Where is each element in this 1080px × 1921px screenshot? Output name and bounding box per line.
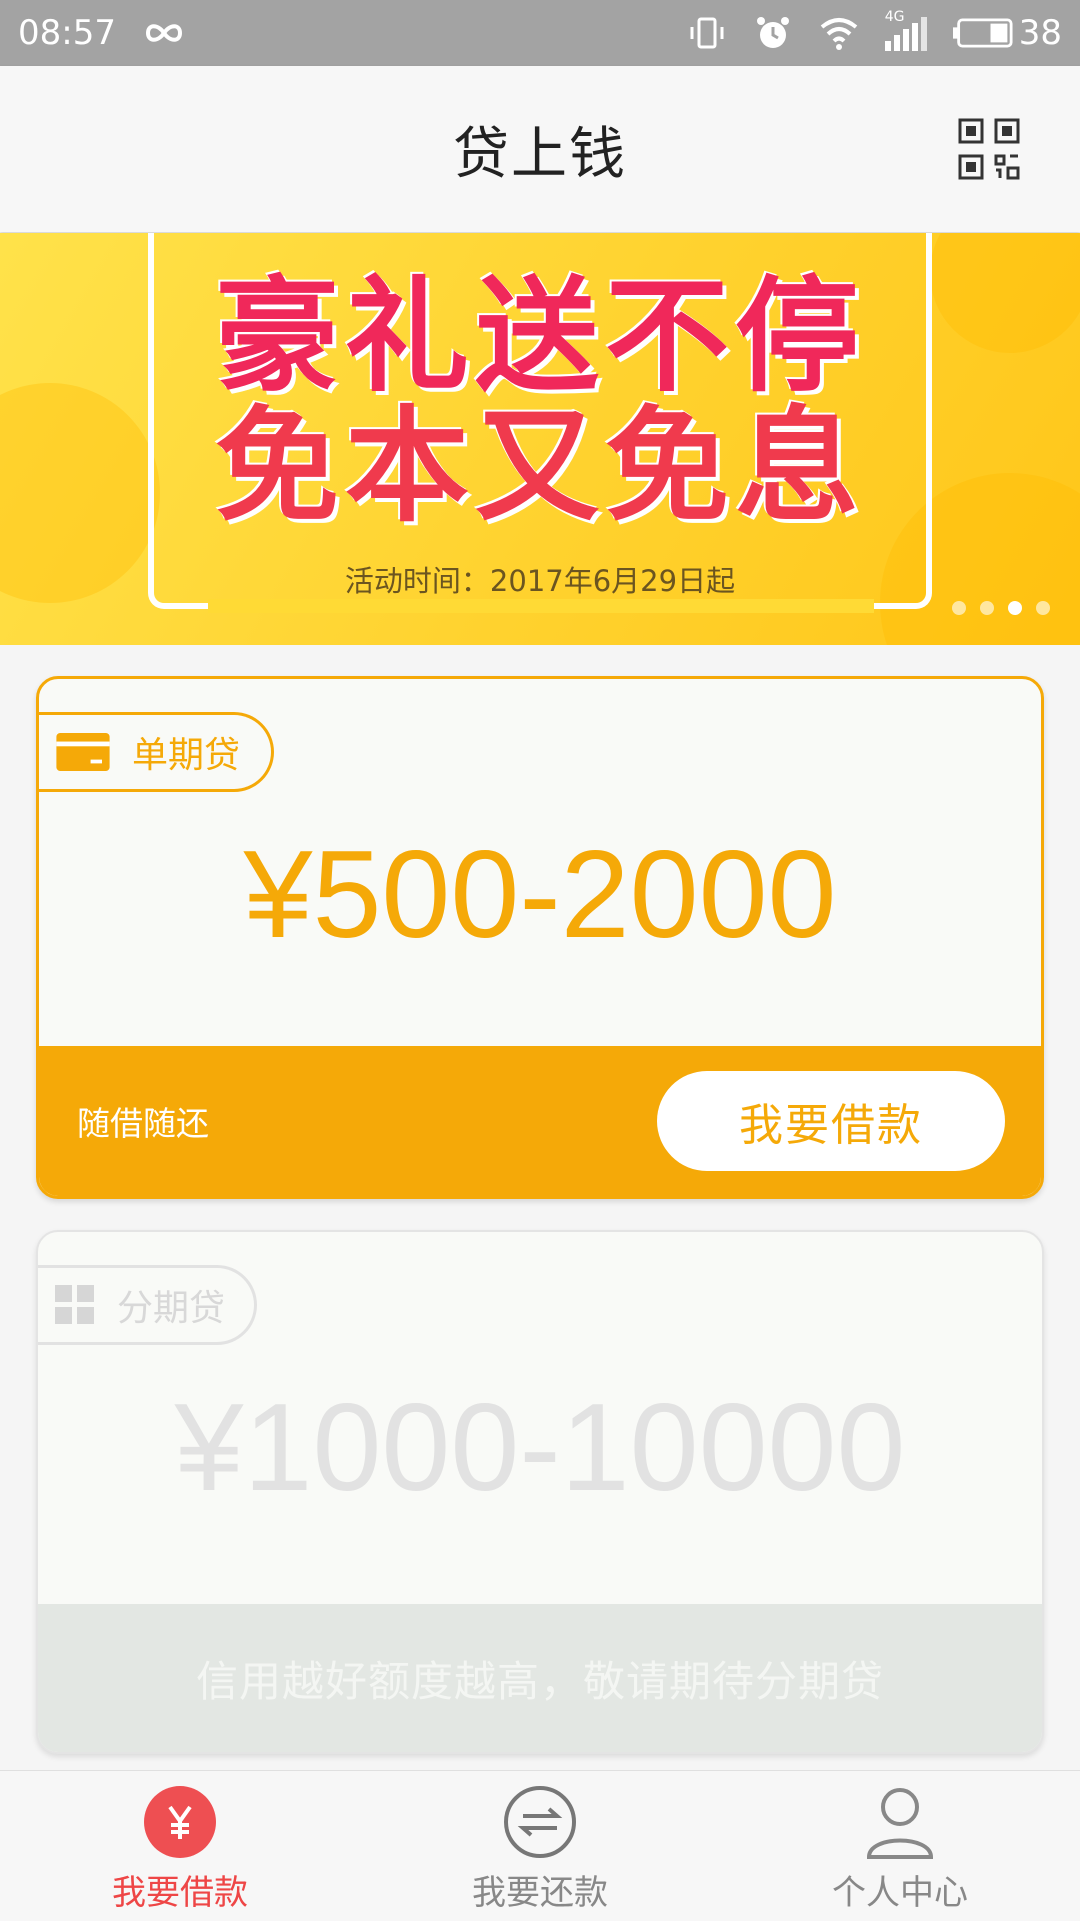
installment-loan-card: 分期贷 ¥1000-10000 信用越好额度越高，敬请期待分期贷 — [36, 1230, 1044, 1754]
single-loan-amount: ¥500-2000 — [243, 826, 837, 964]
status-time: 08:57 — [18, 13, 116, 53]
borrow-button[interactable]: 我要借款 — [657, 1071, 1005, 1171]
qr-code-icon[interactable] — [958, 118, 1022, 182]
banner-decoration — [930, 233, 1080, 353]
single-loan-tag: 单期贷 — [39, 712, 274, 792]
nav-profile-label: 个人中心 — [832, 1873, 968, 1913]
installment-loan-amount: ¥1000-10000 — [174, 1379, 906, 1517]
single-loan-label: 单期贷 — [132, 735, 241, 776]
network-label: 4G — [884, 9, 905, 25]
nav-borrow[interactable]: 我要借款 — [0, 1771, 360, 1921]
battery-icon — [952, 18, 1013, 48]
yuan-icon — [144, 1786, 216, 1858]
banner-frame-gap — [208, 599, 874, 613]
carousel-dot[interactable] — [980, 601, 994, 615]
nav-repay-label: 我要还款 — [472, 1873, 608, 1913]
nav-profile[interactable]: 个人中心 — [720, 1771, 1080, 1921]
bottom-nav: 我要借款 我要还款 个人中心 — [0, 1770, 1080, 1921]
battery-level: 38 — [1018, 13, 1062, 53]
alarm-icon — [756, 17, 789, 48]
nav-borrow-label: 我要借款 — [112, 1873, 248, 1913]
grid-icon — [55, 1285, 94, 1324]
battery: 38 — [952, 13, 1062, 53]
card-icon — [56, 733, 110, 771]
installment-loan-footer: 信用越好额度越高，敬请期待分期贷 — [38, 1604, 1042, 1752]
carousel-dot[interactable] — [952, 601, 966, 615]
banner-headline: 豪礼送不停 — [214, 265, 865, 409]
single-loan-footer: 随借随还 我要借款 — [39, 1046, 1041, 1196]
signal-4g-icon: 4G — [884, 9, 927, 51]
wifi-icon — [820, 18, 858, 50]
single-loan-card[interactable]: 单期贷 ¥500-2000 随借随还 我要借款 — [36, 676, 1044, 1199]
installment-loan-label: 分期贷 — [117, 1288, 226, 1329]
nav-repay[interactable]: 我要还款 — [360, 1771, 720, 1921]
carousel-dot-active[interactable] — [1008, 601, 1022, 615]
page-title: 贷上钱 — [453, 121, 627, 187]
person-icon — [866, 1788, 934, 1859]
installment-loan-tag: 分期贷 — [38, 1265, 257, 1345]
promo-banner[interactable]: 豪礼送不停 免本又免息 活动时间：2017年6月29日起 — [0, 233, 1080, 645]
banner-subheadline: 免本又免息 — [214, 395, 865, 539]
vibrate-icon — [690, 17, 724, 49]
banner-date: 活动时间：2017年6月29日起 — [344, 564, 736, 598]
status-bar: 08:57 4G 38 — [0, 0, 1080, 66]
banner-decoration — [0, 383, 160, 603]
infinity-icon — [145, 24, 182, 42]
carousel-dot[interactable] — [1036, 601, 1050, 615]
installment-loan-note: 信用越好额度越高，敬请期待分期贷 — [195, 1656, 884, 1706]
single-loan-note: 随借随还 — [77, 1104, 209, 1143]
exchange-icon — [504, 1786, 576, 1858]
carousel-indicator[interactable] — [952, 601, 1050, 615]
app-header: 贷上钱 — [0, 66, 1080, 232]
